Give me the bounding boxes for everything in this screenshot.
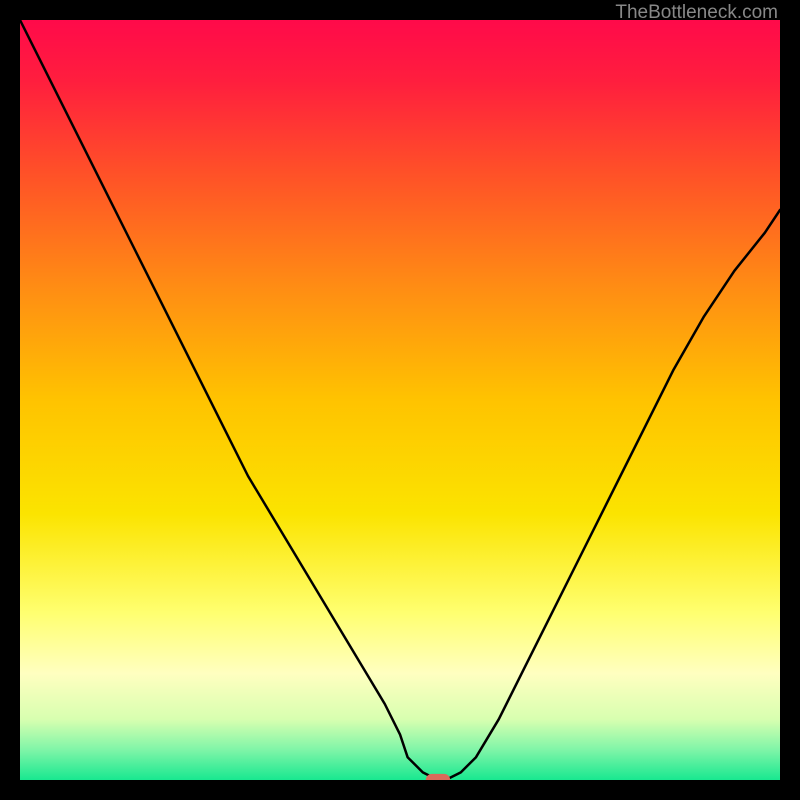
chart-container: TheBottleneck.com (0, 0, 800, 800)
bottleneck-chart (20, 20, 780, 780)
watermark-text: TheBottleneck.com (615, 2, 778, 24)
gradient-background (20, 20, 780, 780)
optimal-point-marker (426, 774, 450, 780)
